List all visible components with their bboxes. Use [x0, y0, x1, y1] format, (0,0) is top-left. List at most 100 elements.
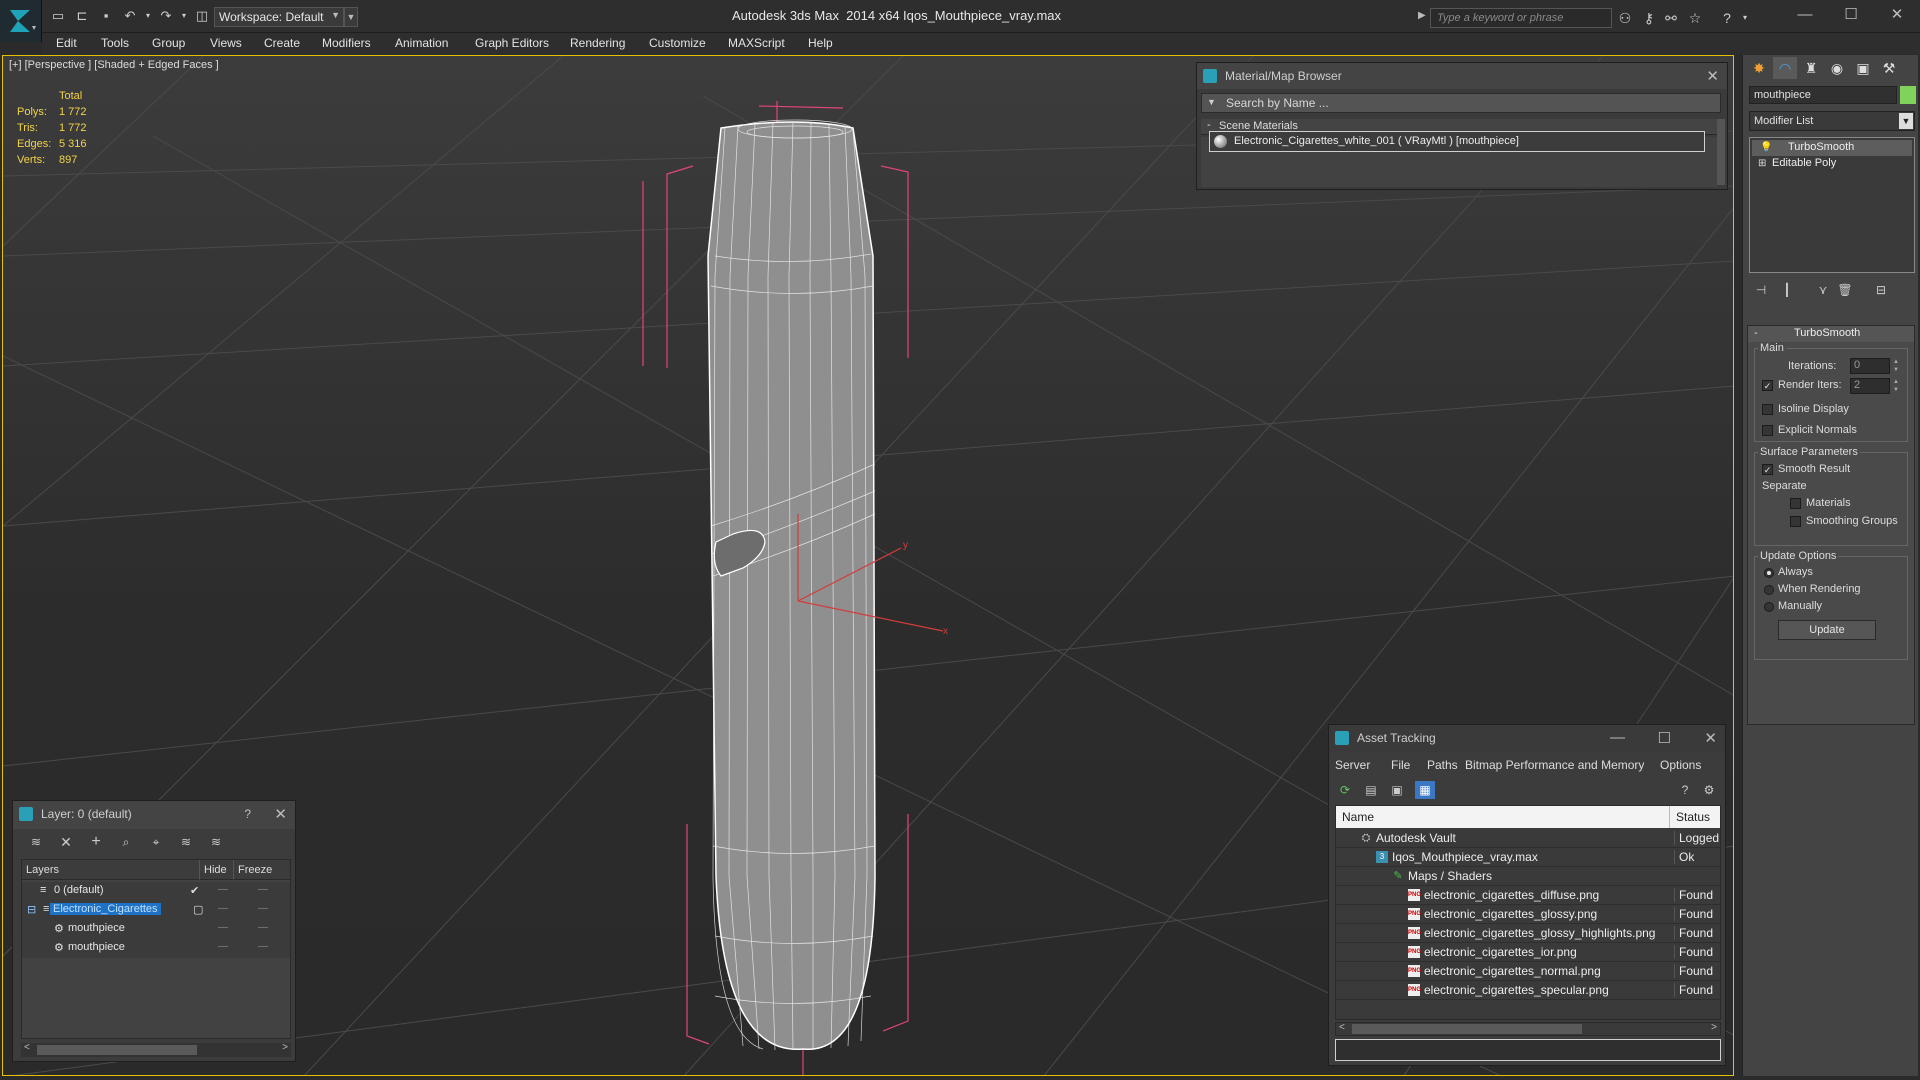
spinner-arrows-icon[interactable]: ▲ ▼: [1892, 378, 1900, 394]
workspace-select[interactable]: Workspace: Default ▼: [214, 7, 344, 27]
material-scrollbar[interactable]: [1717, 119, 1725, 185]
layer-row[interactable]: ≡ 0 (default) ✔ — —: [22, 882, 290, 901]
freeze-toggle[interactable]: —: [258, 941, 268, 952]
freeze-toggle[interactable]: —: [258, 903, 268, 914]
asset-menu-file[interactable]: File: [1391, 758, 1410, 772]
save-file-icon[interactable]: ▪: [98, 8, 114, 24]
update-manually-radio[interactable]: [1764, 602, 1774, 612]
refresh-icon[interactable]: ⟳: [1335, 781, 1355, 799]
menu-graph-editors[interactable]: Graph Editors: [475, 36, 549, 50]
smooth-result-checkbox[interactable]: ✓: [1762, 464, 1773, 475]
spinner-arrows-icon[interactable]: ▲ ▼: [1892, 358, 1900, 374]
minimize-icon[interactable]: —: [1610, 729, 1625, 746]
quick-access-dropdown[interactable]: ▼: [344, 7, 358, 27]
layer-row[interactable]: ⚙ mouthpiece — —: [22, 939, 290, 958]
menu-maxscript[interactable]: MAXScript: [728, 36, 785, 50]
freeze-toggle[interactable]: —: [258, 884, 268, 895]
project-folder-icon[interactable]: ◫: [194, 8, 210, 24]
separate-materials-checkbox[interactable]: [1790, 498, 1801, 509]
redo-dropdown-icon[interactable]: ▾: [176, 8, 192, 24]
pin-stack-icon[interactable]: ⊣: [1751, 283, 1771, 301]
configure-sets-icon[interactable]: ⊟: [1871, 283, 1891, 301]
help-icon[interactable]: ?: [1718, 9, 1736, 27]
asset-menu-server[interactable]: Server: [1335, 758, 1370, 772]
maximize-button[interactable]: ☐: [1836, 4, 1866, 26]
layer-dialog-header[interactable]: Layer: 0 (default) ? ✕: [13, 801, 295, 829]
iterations-spinner[interactable]: 0: [1850, 358, 1890, 374]
render-iters-checkbox[interactable]: ✓: [1762, 380, 1773, 391]
help-dropdown-icon[interactable]: ▾: [1736, 9, 1754, 27]
utilities-tab-icon[interactable]: ⚒: [1877, 57, 1901, 79]
freeze-toggle[interactable]: —: [258, 922, 268, 933]
isoline-display-checkbox[interactable]: [1762, 404, 1773, 415]
scroll-left-icon[interactable]: <: [1339, 1022, 1345, 1033]
hide-toggle[interactable]: —: [218, 903, 228, 914]
viewport-label-menu[interactable]: [+] [Perspective ] [Shaded + Edged Faces…: [9, 59, 219, 71]
asset-tracking-header[interactable]: Asset Tracking — ☐ ✕: [1329, 725, 1725, 753]
undo-dropdown-icon[interactable]: ▾: [140, 8, 156, 24]
set-current-layer-icon[interactable]: ▢: [190, 903, 206, 916]
table-row[interactable]: ✎ Maps / Shaders: [1336, 867, 1720, 886]
maximize-icon[interactable]: ☐: [1658, 729, 1671, 747]
asset-horizontal-scrollbar[interactable]: < >: [1335, 1022, 1721, 1036]
create-layer-icon[interactable]: ≋: [27, 833, 45, 851]
table-row[interactable]: PNG electronic_cigarettes_specular.png F…: [1336, 981, 1720, 1000]
layer-row[interactable]: ⚙ mouthpiece — —: [22, 920, 290, 939]
infocenter-search-input[interactable]: Type a keyword or phrase: [1430, 8, 1612, 28]
object-name-field[interactable]: mouthpiece: [1749, 86, 1897, 104]
layer-horizontal-scrollbar[interactable]: < >: [21, 1042, 291, 1057]
asset-menu-bitmap-performance[interactable]: Bitmap Performance and Memory: [1465, 758, 1644, 772]
asset-menu-options[interactable]: Options: [1660, 758, 1701, 772]
settings-icon[interactable]: ⚙: [1699, 781, 1719, 799]
close-icon[interactable]: ✕: [1706, 67, 1719, 85]
hide-toggle[interactable]: —: [218, 884, 228, 895]
table-row[interactable]: PNG electronic_cigarettes_ior.png Found: [1336, 943, 1720, 962]
close-icon[interactable]: ✕: [274, 805, 287, 823]
remove-modifier-icon[interactable]: 🗑: [1835, 283, 1855, 301]
delete-layer-icon[interactable]: ✕: [57, 833, 75, 851]
hide-toggle[interactable]: —: [218, 922, 228, 933]
scroll-right-icon[interactable]: >: [282, 1042, 288, 1053]
close-button[interactable]: ✕: [1882, 4, 1912, 26]
hide-all-layers-icon[interactable]: ≋: [177, 833, 195, 851]
show-end-result-icon[interactable]: ┃: [1777, 283, 1797, 301]
asset-menu-paths[interactable]: Paths: [1427, 758, 1458, 772]
render-iters-spinner[interactable]: 2: [1850, 378, 1890, 394]
make-unique-icon[interactable]: ⋎: [1813, 283, 1833, 301]
binoculars-icon[interactable]: ⚇: [1616, 9, 1634, 27]
menu-modifiers[interactable]: Modifiers: [322, 36, 371, 50]
menu-create[interactable]: Create: [264, 36, 300, 50]
scroll-right-icon[interactable]: >: [1711, 1022, 1717, 1033]
list-view-icon[interactable]: ▤: [1361, 781, 1381, 799]
highlight-layer-icon[interactable]: ⌖: [147, 833, 165, 851]
table-row[interactable]: PNG electronic_cigarettes_diffuse.png Fo…: [1336, 886, 1720, 905]
status-column-header[interactable]: Status: [1670, 806, 1720, 828]
table-row[interactable]: PNG electronic_cigarettes_glossy.png Fou…: [1336, 905, 1720, 924]
hierarchy-tab-icon[interactable]: ♜: [1799, 57, 1823, 79]
update-when-rendering-radio[interactable]: [1764, 585, 1774, 595]
explicit-normals-checkbox[interactable]: [1762, 425, 1773, 436]
freeze-all-layers-icon[interactable]: ≋: [207, 833, 225, 851]
object-color-swatch[interactable]: [1900, 86, 1916, 104]
menu-help[interactable]: Help: [808, 36, 833, 50]
scrollbar-thumb[interactable]: [1352, 1024, 1582, 1034]
lightbulb-icon[interactable]: 💡: [1760, 142, 1772, 153]
table-row[interactable]: PNG electronic_cigarettes_normal.png Fou…: [1336, 962, 1720, 981]
expand-plus-icon[interactable]: ⊞: [1758, 158, 1766, 169]
name-column-header[interactable]: Name: [1336, 806, 1670, 828]
open-file-icon[interactable]: ⊏: [74, 8, 90, 24]
subscription-key-icon[interactable]: ⚷: [1640, 9, 1658, 27]
modifier-list-dropdown[interactable]: Modifier List ▼: [1749, 111, 1915, 131]
menu-views[interactable]: Views: [210, 36, 242, 50]
scrollbar-thumb[interactable]: [37, 1045, 197, 1055]
menu-customize[interactable]: Customize: [649, 36, 706, 50]
app-menu-button[interactable]: [0, 0, 42, 42]
favorites-star-icon[interactable]: ☆: [1686, 9, 1704, 27]
menu-rendering[interactable]: Rendering: [570, 36, 625, 50]
menu-animation[interactable]: Animation: [395, 36, 448, 50]
select-in-layer-icon[interactable]: ⌕: [117, 833, 135, 851]
motion-tab-icon[interactable]: ◉: [1825, 57, 1849, 79]
help-icon[interactable]: ?: [1675, 781, 1695, 799]
stack-item-editable-poly[interactable]: ⊞ Editable Poly: [1752, 156, 1912, 172]
add-to-layer-icon[interactable]: +: [87, 833, 105, 851]
